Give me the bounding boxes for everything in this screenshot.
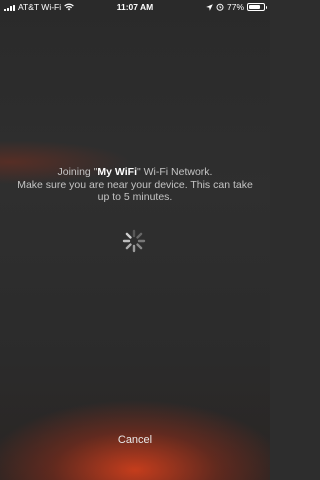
cancel-button[interactable]: Cancel (85, 430, 185, 450)
status-right: 77% (206, 2, 267, 12)
spinner-spoke (125, 232, 132, 239)
joining-network-screen: AT&T Wi-Fi 11:07 AM 77% Joining "My WiFi… (0, 0, 270, 480)
battery-percent: 77% (226, 2, 244, 12)
status-bar: AT&T Wi-Fi 11:07 AM 77% (0, 0, 270, 14)
loading-spinner-icon (122, 229, 146, 253)
joining-prefix: Joining " (57, 166, 98, 178)
network-name: My WiFi (97, 166, 137, 178)
instruction-text: Make sure you are near your device. This… (17, 178, 253, 204)
joining-message: Joining "My WiFi" Wi-Fi Network. Make su… (10, 166, 260, 204)
joining-line: Joining "My WiFi" Wi-Fi Network. (10, 166, 260, 179)
battery-icon (247, 3, 267, 11)
spinner-spoke (136, 243, 143, 250)
joining-suffix: " Wi-Fi Network. (137, 166, 213, 178)
battery-level (249, 5, 260, 9)
alarm-clock-icon (216, 3, 224, 11)
location-arrow-icon (206, 3, 213, 11)
spinner-spoke (136, 232, 143, 239)
spinner-spoke (125, 243, 132, 250)
